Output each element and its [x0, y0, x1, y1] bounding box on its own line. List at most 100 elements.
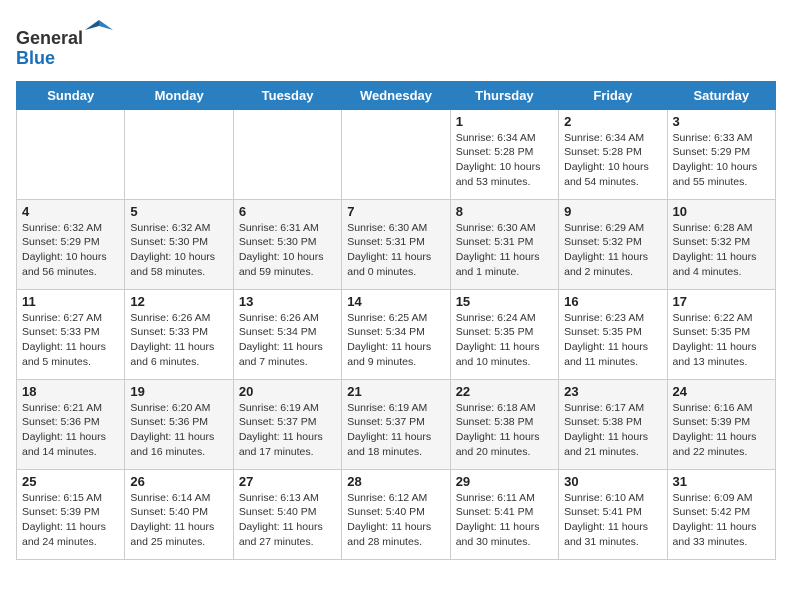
- day-number: 3: [673, 114, 770, 129]
- calendar-cell: 15Sunrise: 6:24 AM Sunset: 5:35 PM Dayli…: [450, 289, 558, 379]
- day-number: 13: [239, 294, 336, 309]
- day-number: 9: [564, 204, 661, 219]
- logo-blue: Blue: [16, 48, 55, 68]
- day-info: Sunrise: 6:30 AM Sunset: 5:31 PM Dayligh…: [456, 221, 553, 280]
- calendar-cell: 13 Sunrise: 6:26 AM Sunset: 5:34 PM Dayli…: [233, 289, 341, 379]
- calendar-cell: [17, 109, 125, 199]
- calendar-cell: 28Sunrise: 6:12 AM Sunset: 5:40 PM Dayli…: [342, 469, 450, 559]
- day-number: 30: [564, 474, 661, 489]
- day-info: Sunrise: 6:23 AM Sunset: 5:35 PM Dayligh…: [564, 311, 661, 370]
- calendar-cell: 17 Sunrise: 6:22 AM Sunset: 5:35 PM Dayli…: [667, 289, 775, 379]
- day-number: 11: [22, 294, 119, 309]
- day-number: 31: [673, 474, 770, 489]
- day-info: Sunrise: 6:15 AM Sunset: 5:39 PM Dayligh…: [22, 491, 119, 550]
- page-header: General Blue: [16, 16, 776, 69]
- day-number: 23: [564, 384, 661, 399]
- calendar-cell: 16 Sunrise: 6:23 AM Sunset: 5:35 PM Dayli…: [559, 289, 667, 379]
- day-info: Sunrise: 6:16 AM Sunset: 5:39 PM Dayligh…: [673, 401, 770, 460]
- day-info: Sunrise: 6:27 AM Sunset: 5:33 PM Dayligh…: [22, 311, 119, 370]
- calendar-cell: 31 Sunrise: 6:09 AM Sunset: 5:42 PM Dayli…: [667, 469, 775, 559]
- day-number: 25: [22, 474, 119, 489]
- day-number: 8: [456, 204, 553, 219]
- day-info: Sunrise: 6:17 AM Sunset: 5:38 PM Dayligh…: [564, 401, 661, 460]
- day-info: Sunrise: 6:19 AM Sunset: 5:37 PM Dayligh…: [347, 401, 444, 460]
- calendar-cell: 10Sunrise: 6:28 AM Sunset: 5:32 PM Dayli…: [667, 199, 775, 289]
- logo-general: General: [16, 28, 83, 48]
- weekday-header-tuesday: Tuesday: [233, 81, 341, 109]
- logo-text: General Blue: [16, 16, 113, 69]
- calendar-week-2: 4 Sunrise: 6:32 AM Sunset: 5:29 PM Daylig…: [17, 199, 776, 289]
- weekday-header-monday: Monday: [125, 81, 233, 109]
- day-info: Sunrise: 6:26 AM Sunset: 5:33 PM Dayligh…: [130, 311, 227, 370]
- day-info: Sunrise: 6:18 AM Sunset: 5:38 PM Dayligh…: [456, 401, 553, 460]
- calendar-cell: 12 Sunrise: 6:26 AM Sunset: 5:33 PM Dayli…: [125, 289, 233, 379]
- weekday-header-thursday: Thursday: [450, 81, 558, 109]
- calendar-week-4: 18 Sunrise: 6:21 AM Sunset: 5:36 PM Dayli…: [17, 379, 776, 469]
- calendar-cell: 19 Sunrise: 6:20 AM Sunset: 5:36 PM Dayli…: [125, 379, 233, 469]
- calendar-cell: 20 Sunrise: 6:19 AM Sunset: 5:37 PM Dayli…: [233, 379, 341, 469]
- day-info: Sunrise: 6:25 AM Sunset: 5:34 PM Dayligh…: [347, 311, 444, 370]
- day-number: 12: [130, 294, 227, 309]
- calendar-cell: [342, 109, 450, 199]
- calendar-week-1: 1Sunrise: 6:34 AM Sunset: 5:28 PM Daylig…: [17, 109, 776, 199]
- day-info: Sunrise: 6:22 AM Sunset: 5:35 PM Dayligh…: [673, 311, 770, 370]
- day-number: 15: [456, 294, 553, 309]
- day-info: Sunrise: 6:31 AM Sunset: 5:30 PM Dayligh…: [239, 221, 336, 280]
- day-number: 19: [130, 384, 227, 399]
- weekday-header-friday: Friday: [559, 81, 667, 109]
- calendar-cell: 23 Sunrise: 6:17 AM Sunset: 5:38 PM Dayli…: [559, 379, 667, 469]
- calendar-cell: [125, 109, 233, 199]
- calendar-cell: 25 Sunrise: 6:15 AM Sunset: 5:39 PM Dayli…: [17, 469, 125, 559]
- day-info: Sunrise: 6:21 AM Sunset: 5:36 PM Dayligh…: [22, 401, 119, 460]
- calendar-cell: 6 Sunrise: 6:31 AM Sunset: 5:30 PM Daylig…: [233, 199, 341, 289]
- weekday-row: SundayMondayTuesdayWednesdayThursdayFrid…: [17, 81, 776, 109]
- day-number: 21: [347, 384, 444, 399]
- logo-bird-icon: [85, 16, 113, 44]
- day-number: 22: [456, 384, 553, 399]
- calendar-cell: 5Sunrise: 6:32 AM Sunset: 5:30 PM Daylig…: [125, 199, 233, 289]
- calendar-cell: 22 Sunrise: 6:18 AM Sunset: 5:38 PM Dayli…: [450, 379, 558, 469]
- day-number: 6: [239, 204, 336, 219]
- day-info: Sunrise: 6:34 AM Sunset: 5:28 PM Dayligh…: [456, 131, 553, 190]
- calendar-cell: 26Sunrise: 6:14 AM Sunset: 5:40 PM Dayli…: [125, 469, 233, 559]
- day-number: 4: [22, 204, 119, 219]
- day-info: Sunrise: 6:20 AM Sunset: 5:36 PM Dayligh…: [130, 401, 227, 460]
- day-number: 7: [347, 204, 444, 219]
- day-info: Sunrise: 6:11 AM Sunset: 5:41 PM Dayligh…: [456, 491, 553, 550]
- day-number: 18: [22, 384, 119, 399]
- calendar-cell: 21 Sunrise: 6:19 AM Sunset: 5:37 PM Dayli…: [342, 379, 450, 469]
- logo: General Blue: [16, 16, 113, 69]
- weekday-header-sunday: Sunday: [17, 81, 125, 109]
- calendar-cell: 4 Sunrise: 6:32 AM Sunset: 5:29 PM Daylig…: [17, 199, 125, 289]
- day-info: Sunrise: 6:19 AM Sunset: 5:37 PM Dayligh…: [239, 401, 336, 460]
- day-info: Sunrise: 6:13 AM Sunset: 5:40 PM Dayligh…: [239, 491, 336, 550]
- day-info: Sunrise: 6:10 AM Sunset: 5:41 PM Dayligh…: [564, 491, 661, 550]
- calendar-cell: 1Sunrise: 6:34 AM Sunset: 5:28 PM Daylig…: [450, 109, 558, 199]
- day-number: 17: [673, 294, 770, 309]
- calendar-cell: 29 Sunrise: 6:11 AM Sunset: 5:41 PM Dayli…: [450, 469, 558, 559]
- calendar-cell: 8 Sunrise: 6:30 AM Sunset: 5:31 PM Daylig…: [450, 199, 558, 289]
- day-number: 2: [564, 114, 661, 129]
- calendar-cell: 11 Sunrise: 6:27 AM Sunset: 5:33 PM Dayli…: [17, 289, 125, 379]
- weekday-header-saturday: Saturday: [667, 81, 775, 109]
- day-number: 29: [456, 474, 553, 489]
- calendar-cell: 24Sunrise: 6:16 AM Sunset: 5:39 PM Dayli…: [667, 379, 775, 469]
- day-number: 14: [347, 294, 444, 309]
- calendar-cell: 9 Sunrise: 6:29 AM Sunset: 5:32 PM Daylig…: [559, 199, 667, 289]
- day-info: Sunrise: 6:09 AM Sunset: 5:42 PM Dayligh…: [673, 491, 770, 550]
- day-info: Sunrise: 6:26 AM Sunset: 5:34 PM Dayligh…: [239, 311, 336, 370]
- calendar-week-3: 11 Sunrise: 6:27 AM Sunset: 5:33 PM Dayli…: [17, 289, 776, 379]
- day-info: Sunrise: 6:32 AM Sunset: 5:29 PM Dayligh…: [22, 221, 119, 280]
- day-info: Sunrise: 6:14 AM Sunset: 5:40 PM Dayligh…: [130, 491, 227, 550]
- day-number: 16: [564, 294, 661, 309]
- day-info: Sunrise: 6:34 AM Sunset: 5:28 PM Dayligh…: [564, 131, 661, 190]
- day-info: Sunrise: 6:29 AM Sunset: 5:32 PM Dayligh…: [564, 221, 661, 280]
- calendar-cell: [233, 109, 341, 199]
- day-info: Sunrise: 6:33 AM Sunset: 5:29 PM Dayligh…: [673, 131, 770, 190]
- day-number: 20: [239, 384, 336, 399]
- calendar-table: SundayMondayTuesdayWednesdayThursdayFrid…: [16, 81, 776, 560]
- calendar-cell: 30 Sunrise: 6:10 AM Sunset: 5:41 PM Dayli…: [559, 469, 667, 559]
- day-info: Sunrise: 6:30 AM Sunset: 5:31 PM Dayligh…: [347, 221, 444, 280]
- day-number: 5: [130, 204, 227, 219]
- calendar-cell: 3 Sunrise: 6:33 AM Sunset: 5:29 PM Daylig…: [667, 109, 775, 199]
